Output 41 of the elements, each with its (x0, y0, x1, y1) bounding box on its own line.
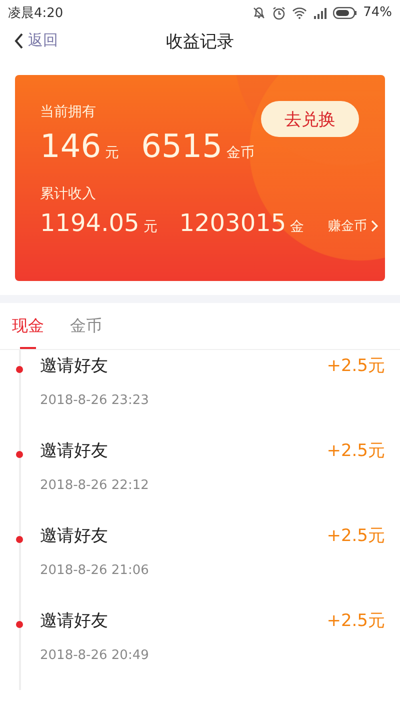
record-title: 邀请好友 (40, 355, 108, 377)
earn-coins-link[interactable]: 赚金币 (328, 217, 378, 235)
record-time: 2018-8-26 23:23 (40, 393, 150, 408)
timeline-dot (16, 366, 23, 373)
alarm-icon (272, 6, 286, 20)
record-title: 邀请好友 (40, 525, 108, 547)
coin-unit: 金币 (226, 144, 255, 162)
chevron-icon (371, 220, 378, 232)
coin-unit: 金 (290, 218, 304, 236)
timeline-dot (16, 536, 23, 543)
total-coin-amount: 1203015 (179, 209, 286, 237)
record-time: 2018-8-26 20:49 (40, 648, 150, 663)
cash-unit: 元 (143, 218, 158, 236)
current-label: 当前拥有 (40, 103, 96, 121)
mute-icon (252, 6, 266, 20)
battery-icon (333, 6, 358, 18)
tab[interactable]: 金币 (70, 303, 102, 349)
timeline-dot (16, 451, 23, 458)
record-amount: +2.5元 (326, 610, 385, 632)
back-icon (14, 32, 24, 48)
total-cash-amount: 1194.05 (40, 209, 140, 237)
cash-amount: 146 (40, 127, 102, 165)
record-title: 邀请好友 (40, 440, 108, 462)
coin-amount: 6515 (141, 127, 223, 165)
total-label: 累计收入 (40, 185, 96, 203)
record-time: 2018-8-26 22:12 (40, 478, 150, 493)
page-title: 收益记录 (166, 31, 234, 54)
record-time: 2018-8-26 21:06 (40, 563, 150, 578)
record-amount: +2.5元 (326, 440, 385, 462)
wifi-icon (292, 6, 308, 18)
cash-unit: 元 (105, 144, 120, 162)
timeline-dot (16, 621, 23, 628)
record-amount: +2.5元 (326, 355, 385, 377)
back-button[interactable]: 返回 (14, 31, 58, 50)
tab[interactable]: 现金 (12, 303, 44, 349)
status-time: 凌晨4:20 (8, 4, 64, 22)
battery-percent: 74% (363, 5, 392, 20)
exchange-button[interactable]: 去兑换 (261, 101, 359, 137)
record-title: 邀请好友 (40, 610, 108, 632)
record-amount: +2.5元 (326, 525, 385, 547)
signal-icon (313, 6, 328, 18)
